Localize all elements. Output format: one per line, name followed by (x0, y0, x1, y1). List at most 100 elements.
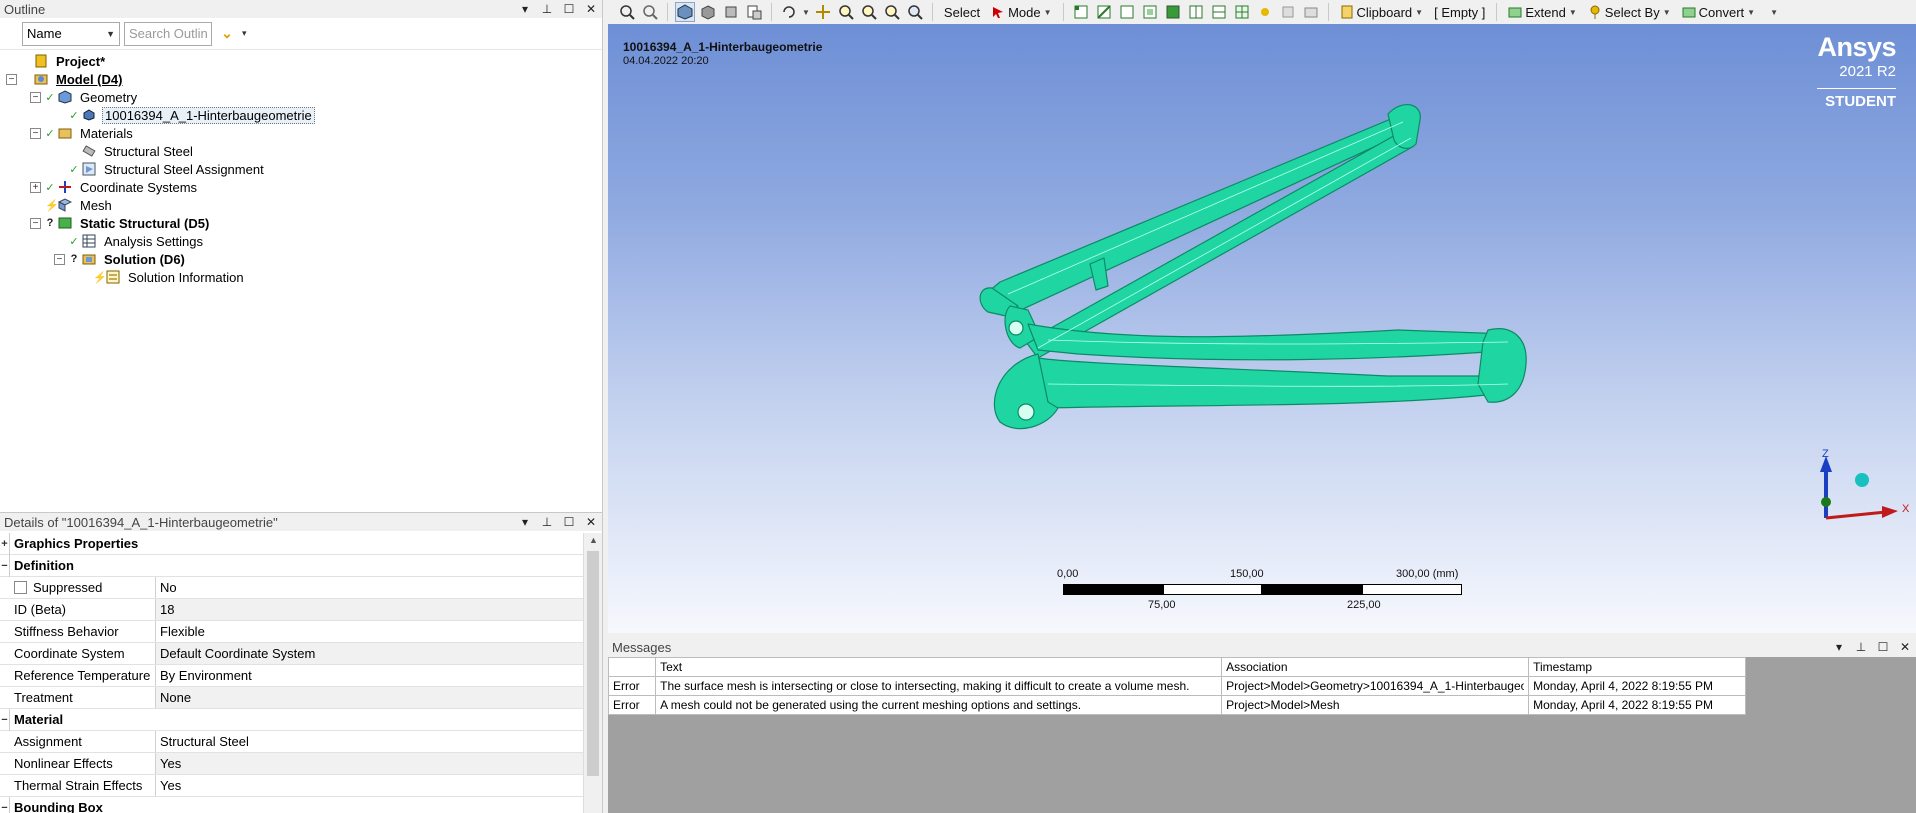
pin-icon[interactable]: ⊥ (1854, 640, 1868, 654)
maximize-icon[interactable]: ☐ (1876, 640, 1890, 654)
expand-icon[interactable]: + (0, 533, 10, 555)
select-vertex-icon[interactable] (1071, 2, 1091, 22)
pane-menu-icon[interactable]: ▾ (518, 515, 532, 529)
hide-icon[interactable] (1278, 2, 1298, 22)
toolbar-overflow-icon[interactable]: ▼ (1770, 8, 1778, 17)
pick-icon[interactable] (1255, 2, 1275, 22)
details-property-row[interactable]: Treatment None (0, 687, 584, 709)
select-face-icon[interactable] (1117, 2, 1137, 22)
pin-icon[interactable]: ⊥ (540, 2, 554, 16)
zoom-icon[interactable] (836, 2, 856, 22)
details-property-row[interactable]: Suppressed No (0, 577, 584, 599)
details-scrollbar[interactable]: ▲ (583, 533, 602, 813)
select-mesh-icon[interactable] (1232, 2, 1252, 22)
pane-menu-icon[interactable]: ▾ (518, 2, 532, 16)
extend-dropdown[interactable]: Extend ▼ (1504, 5, 1580, 20)
outline-search-input[interactable] (124, 21, 212, 46)
tree-item[interactable]: ⚡ Solution Information (0, 268, 602, 286)
tree-item[interactable]: − ✓ Geometry (0, 88, 602, 106)
iso-view-icon[interactable] (675, 2, 695, 22)
column-header-text[interactable]: Text (655, 657, 1223, 677)
collapse-icon[interactable]: − (54, 253, 65, 265)
details-property-row[interactable]: Stiffness Behavior Flexible (0, 621, 584, 643)
collapse-icon[interactable]: − (30, 217, 41, 229)
tree-item[interactable]: −? Solution (D6) (0, 250, 602, 268)
clipboard-dropdown[interactable]: Clipboard ▼ (1336, 5, 1428, 20)
select-node-icon[interactable] (1163, 2, 1183, 22)
close-icon[interactable]: ✕ (584, 2, 598, 16)
property-value[interactable]: No (156, 577, 584, 598)
details-property-row[interactable]: Thermal Strain Effects Yes (0, 775, 584, 797)
maximize-icon[interactable]: ☐ (562, 2, 576, 16)
filter-options-icon[interactable]: ▾ (242, 28, 247, 39)
tree-item[interactable]: ⚡ Mesh (0, 196, 602, 214)
collapse-icon[interactable]: − (0, 708, 10, 731)
column-header-timestamp[interactable]: Timestamp (1528, 657, 1746, 677)
details-property-row[interactable]: Reference Temperature By Environment (0, 665, 584, 687)
tree-item[interactable]: ✓ Analysis Settings (0, 232, 602, 250)
rotate-icon[interactable] (779, 2, 799, 22)
tree-item[interactable]: − ✓ Materials (0, 124, 602, 142)
zoom-to-fit-icon[interactable] (859, 2, 879, 22)
collapse-icon[interactable]: − (0, 554, 10, 577)
expand-icon[interactable]: + (30, 181, 41, 193)
filter-type-select[interactable]: Name ▼ (22, 21, 120, 46)
zoom-box-icon[interactable] (617, 2, 637, 22)
zoom-out-icon[interactable] (640, 2, 660, 22)
details-group-header[interactable]: − Definition (0, 554, 584, 577)
tree-item[interactable]: Project* (0, 52, 602, 70)
scroll-up-icon[interactable]: ▲ (589, 535, 598, 545)
select-by-dropdown[interactable]: Select By ▼ (1584, 5, 1675, 20)
property-value[interactable]: Default Coordinate System (156, 643, 584, 664)
pin-icon[interactable]: ⊥ (540, 515, 554, 529)
message-row[interactable]: Error The surface mesh is intersecting o… (607, 676, 1746, 696)
chevron-down-icon[interactable]: ▼ (802, 8, 810, 17)
property-value[interactable]: Flexible (156, 621, 584, 642)
expand-filter-icon[interactable]: ⌄ (216, 22, 238, 46)
mode-dropdown[interactable]: Mode ▼ (987, 5, 1055, 20)
close-icon[interactable]: ✕ (1898, 640, 1912, 654)
select-body-icon[interactable] (1140, 2, 1160, 22)
property-value[interactable]: Structural Steel (156, 731, 584, 752)
pane-menu-icon[interactable]: ▾ (1832, 640, 1846, 654)
details-property-row[interactable]: Assignment Structural Steel (0, 731, 584, 753)
message-row[interactable]: Error A mesh could not be generated usin… (607, 695, 1746, 715)
collapse-icon[interactable]: − (6, 73, 17, 85)
clipboard-geometry-icon[interactable] (744, 2, 764, 22)
scrollbar-thumb[interactable] (587, 551, 599, 776)
tree-item[interactable]: − Model (D4) (0, 70, 602, 88)
suppressed-checkbox[interactable] (14, 581, 27, 594)
column-header-type[interactable] (607, 657, 657, 677)
collapse-icon[interactable]: − (30, 127, 41, 139)
zoom-to-selection-icon[interactable] (882, 2, 902, 22)
property-value[interactable]: Yes (156, 775, 584, 796)
details-group-header[interactable]: + Graphics Properties (0, 533, 584, 555)
details-property-row[interactable]: Coordinate System Default Coordinate Syst… (0, 643, 584, 665)
tree-item[interactable]: Structural Steel (0, 142, 602, 160)
tree-item[interactable]: ✓ Structural Steel Assignment (0, 160, 602, 178)
collapse-icon[interactable]: − (30, 91, 41, 103)
select-button[interactable]: Select (940, 5, 984, 20)
select-element-face-icon[interactable] (1186, 2, 1206, 22)
property-value[interactable]: None (156, 687, 584, 708)
select-element-icon[interactable] (1209, 2, 1229, 22)
maximize-icon[interactable]: ☐ (562, 515, 576, 529)
tree-item[interactable]: + ✓ Coordinate Systems (0, 178, 602, 196)
graphics-viewport[interactable]: 10016394_A_1-Hinterbaugeometrie 04.04.20… (608, 24, 1916, 633)
details-group-header[interactable]: − Bounding Box (0, 796, 584, 813)
select-edge-icon[interactable] (1094, 2, 1114, 22)
property-value[interactable]: By Environment (156, 665, 584, 686)
column-header-association[interactable]: Association (1221, 657, 1530, 677)
close-icon[interactable]: ✕ (584, 515, 598, 529)
show-vertices-icon[interactable] (721, 2, 741, 22)
tree-item[interactable]: ✓ 10016394_A_1-Hinterbaugeometrie (0, 106, 602, 124)
pan-icon[interactable] (813, 2, 833, 22)
look-at-icon[interactable] (698, 2, 718, 22)
magnifier-window-icon[interactable] (905, 2, 925, 22)
coordinate-triad[interactable]: Z X (1796, 448, 1916, 574)
details-property-row[interactable]: Nonlinear Effects Yes (0, 753, 584, 775)
image-capture-icon[interactable] (1301, 2, 1321, 22)
property-value[interactable]: 18 (156, 599, 584, 620)
collapse-icon[interactable]: − (0, 796, 10, 813)
frame-model[interactable] (608, 24, 1916, 633)
